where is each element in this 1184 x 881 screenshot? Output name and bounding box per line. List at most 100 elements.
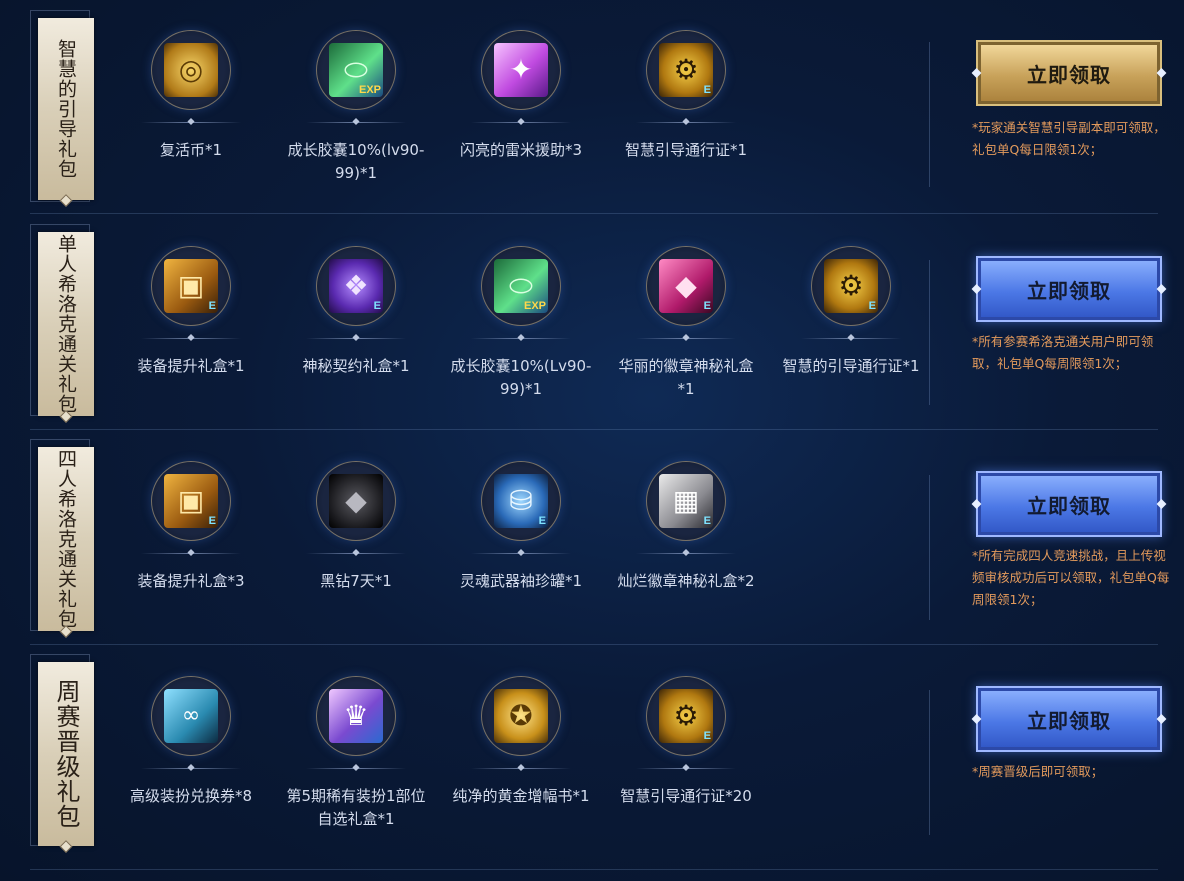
claim-button-label: 立即领取 xyxy=(1027,708,1111,733)
row-separator xyxy=(30,213,1158,214)
row-separator xyxy=(30,869,1158,870)
vertical-divider xyxy=(929,42,930,187)
exp-capsule-icon: ⬭ EXP xyxy=(316,30,396,110)
reward-label: 纯净的黄金增幅书*1 xyxy=(452,787,590,805)
diamond-ornament xyxy=(59,840,73,853)
pack-title: 四人希洛克通关礼包 xyxy=(55,449,77,629)
divider-tick xyxy=(141,338,241,339)
divider-tick xyxy=(306,338,406,339)
row-separator xyxy=(30,429,1158,430)
divider-tick xyxy=(306,768,406,769)
divider-tick xyxy=(636,553,736,554)
reward-label: 成长胶囊10%(lv90-99)*1 xyxy=(287,141,425,182)
reward-item: ▣ E 装备提升礼盒*3 xyxy=(116,461,266,593)
reward-item: ◆ 黑钻7天*1 xyxy=(281,461,431,593)
divider-tick xyxy=(801,338,901,339)
pink-sparkle-icon: ✦ xyxy=(481,30,561,110)
divider-tick xyxy=(141,768,241,769)
pack-row-2: 单人希洛克通关礼包 ▣ E 装备提升礼盒*1 ❖ E 神秘契约礼盒*1 ⬭ EXP 成… xyxy=(0,216,1184,430)
avatar-ticket-icon: ∞ xyxy=(151,676,231,756)
reward-item: ◎ 复活币*1 xyxy=(116,30,266,162)
vertical-divider xyxy=(929,260,930,405)
divider-tick xyxy=(306,122,406,123)
claim-button[interactable]: 立即领取 xyxy=(971,40,1167,106)
divider-tick xyxy=(141,122,241,123)
free-pass-gear-icon: ⚙ E xyxy=(646,676,726,756)
reward-item: ▦ E 灿烂徽章神秘礼盒*2 xyxy=(611,461,761,593)
claim-note: *玩家通关智慧引导副本即可领取，礼包单Q每日限领1次； xyxy=(972,120,1166,157)
pack-title: 周赛晋级礼包 xyxy=(52,679,80,829)
reward-label: 闪亮的雷米援助*3 xyxy=(459,141,583,159)
purple-pouch-icon: ❖ E xyxy=(316,246,396,326)
pack-title-banner: 单人希洛克通关礼包 xyxy=(38,232,94,423)
divider-tick xyxy=(141,553,241,554)
reward-item: ♛ 第5期稀有装扮1部位自选礼盒*1 xyxy=(281,676,431,831)
reward-item: ✦ 闪亮的雷米援助*3 xyxy=(446,30,596,162)
reward-item: ▣ E 装备提升礼盒*1 xyxy=(116,246,266,378)
reward-item: ⛁ E 灵魂武器袖珍罐*1 xyxy=(446,461,596,593)
pack-row-1: 智慧的引导礼包 ◎ 复活币*1 ⬭ EXP 成长胶囊10%(lv90-99)*1 … xyxy=(0,0,1184,214)
claim-button[interactable]: 立即领取 xyxy=(971,686,1167,752)
reward-item: ❖ E 神秘契约礼盒*1 xyxy=(281,246,431,378)
reward-label: 智慧引导通行证*1 xyxy=(624,141,748,159)
reward-label: 神秘契约礼盒*1 xyxy=(302,357,410,375)
claim-note: *周赛晋级后即可领取； xyxy=(972,764,1104,779)
reward-label: 装备提升礼盒*3 xyxy=(137,572,245,590)
pack-title-banner: 周赛晋级礼包 xyxy=(38,662,94,853)
black-diamond-icon: ◆ xyxy=(316,461,396,541)
reward-label: 成长胶囊10%(Lv90-99)*1 xyxy=(450,357,592,398)
reward-item: ◆ E 华丽的徽章神秘礼盒*1 xyxy=(611,246,761,401)
gold-coin-icon: ◎ xyxy=(151,30,231,110)
blue-jar-icon: ⛁ E xyxy=(481,461,561,541)
divider-tick xyxy=(471,122,571,123)
reward-item: ∞ 高级装扮兑换券*8 xyxy=(116,676,266,808)
free-pass-gear-icon: ⚙ E xyxy=(646,30,726,110)
reward-label: 装备提升礼盒*1 xyxy=(137,357,245,375)
pack-title: 单人希洛克通关礼包 xyxy=(55,234,77,414)
divider-tick xyxy=(471,553,571,554)
claim-button[interactable]: 立即领取 xyxy=(971,471,1167,537)
free-pass-gear-icon: ⚙ E xyxy=(811,246,891,326)
claim-button-label: 立即领取 xyxy=(1027,493,1111,518)
reward-item: ✪ 纯净的黄金增幅书*1 xyxy=(446,676,596,808)
diamond-ornament xyxy=(59,194,73,207)
white-emblem-box-icon: ▦ E xyxy=(646,461,726,541)
reward-label: 华丽的徽章神秘礼盒*1 xyxy=(618,357,754,398)
reward-label: 智慧的引导通行证*1 xyxy=(782,357,920,375)
claim-note: *所有完成四人竞速挑战，且上传视频审核成功后可以领取，礼包单Q每周限领1次； xyxy=(972,548,1170,607)
vertical-divider xyxy=(929,690,930,835)
exp-capsule-icon: ⬭ EXP xyxy=(481,246,561,326)
divider-tick xyxy=(471,768,571,769)
claim-button-label: 立即领取 xyxy=(1027,278,1111,303)
reward-label: 黑钻7天*1 xyxy=(320,572,392,590)
gold-chest-icon: ▣ E xyxy=(151,461,231,541)
pack-title-banner: 四人希洛克通关礼包 xyxy=(38,447,94,638)
reward-label: 第5期稀有装扮1部位自选礼盒*1 xyxy=(286,787,426,828)
reward-item: ⬭ EXP 成长胶囊10%(lv90-99)*1 xyxy=(281,30,431,185)
reward-item: ⚙ E 智慧引导通行证*20 xyxy=(611,676,761,808)
pink-emblem-box-icon: ◆ E xyxy=(646,246,726,326)
divider-tick xyxy=(636,768,736,769)
divider-tick xyxy=(471,338,571,339)
claim-button[interactable]: 立即领取 xyxy=(971,256,1167,322)
reward-label: 灵魂武器袖珍罐*1 xyxy=(459,572,583,590)
gold-chest-icon: ▣ E xyxy=(151,246,231,326)
reward-label: 复活币*1 xyxy=(159,141,223,159)
divider-tick xyxy=(636,122,736,123)
reward-label: 智慧引导通行证*20 xyxy=(620,787,752,805)
divider-tick xyxy=(306,553,406,554)
reward-item: ⚙ E 智慧的引导通行证*1 xyxy=(776,246,926,378)
rare-avatar-box-icon: ♛ xyxy=(316,676,396,756)
divider-tick xyxy=(636,338,736,339)
pack-row-3: 四人希洛克通关礼包 ▣ E 装备提升礼盒*3 ◆ 黑钻7天*1 ⛁ E 灵魂武器袖珍… xyxy=(0,431,1184,645)
vertical-divider xyxy=(929,475,930,620)
reward-item: ⚙ E 智慧引导通行证*1 xyxy=(611,30,761,162)
reward-item: ⬭ EXP 成长胶囊10%(Lv90-99)*1 xyxy=(446,246,596,401)
gold-amplify-book-icon: ✪ xyxy=(481,676,561,756)
row-separator xyxy=(30,644,1158,645)
pack-title-banner: 智慧的引导礼包 xyxy=(38,18,94,207)
claim-button-label: 立即领取 xyxy=(1027,62,1111,87)
reward-label: 高级装扮兑换券*8 xyxy=(129,787,253,805)
claim-note: *所有参赛希洛克通关用户即可领取，礼包单Q每周限领1次； xyxy=(972,334,1154,371)
pack-row-4: 周赛晋级礼包 ∞ 高级装扮兑换券*8 ♛ 第5期稀有装扮1部位自选礼盒*1 ✪ … xyxy=(0,646,1184,872)
